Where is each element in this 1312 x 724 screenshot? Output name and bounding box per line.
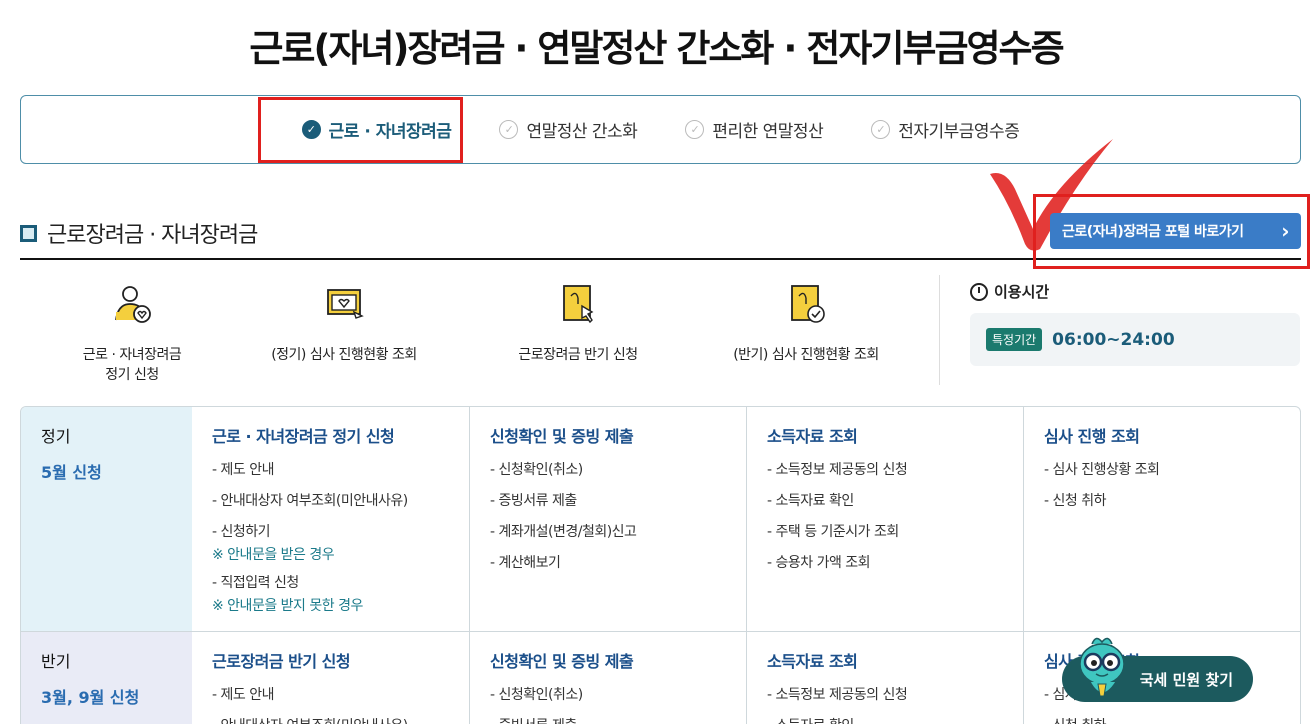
list-item[interactable]: - 소득자료 확인 — [767, 486, 1003, 517]
grid-column: 소득자료 조회 - 소득정보 제공동의 신청 - 소득자료 확인 - 주택 등 … — [746, 407, 1023, 631]
list-item[interactable]: - 주택 등 기준시가 조회 — [767, 517, 1003, 548]
quick-menu-label: (정기) 심사 진행현황 조회 — [271, 347, 417, 363]
mascot-icon — [1079, 637, 1125, 697]
quick-menu-item[interactable]: 근로장려금 반기 신청 — [478, 282, 678, 364]
section-title-text: 근로장려금 · 자녀장려금 — [47, 223, 258, 248]
column-heading[interactable]: 신청확인 및 증빙 제출 — [490, 648, 726, 672]
note-text: ※ 안내문을 받은 경우 — [212, 547, 335, 563]
list-item[interactable]: - 제도 안내 — [212, 455, 449, 486]
quick-menu: 근로 · 자녀장려금 정기 신청 (정기) 심사 진행현황 조회 근로장려금 반… — [40, 282, 920, 383]
grid-column: 신청확인 및 증빙 제출 - 신청확인(취소) - 증빙서류 제출 - 계좌개설… — [469, 407, 746, 631]
list-item[interactable]: - 신청 취하 — [1044, 486, 1282, 517]
quick-menu-label: 근로 · 자녀장려금 정기 신청 — [82, 347, 182, 383]
quick-menu-label: 근로장려금 반기 신청 — [518, 347, 638, 363]
check-circle-icon: ✓ — [685, 120, 705, 139]
list-item[interactable]: - 안내대상자 여부조회(미안내사유) — [212, 486, 449, 517]
row-header: 반기 3월, 9월 신청 — [21, 632, 192, 724]
row-period: 3월, 9월 신청 — [41, 688, 140, 707]
column-heading[interactable]: 심사 진행 조회 — [1044, 423, 1282, 447]
period-badge: 특정기간 — [986, 328, 1043, 351]
column-heading[interactable]: 소득자료 조회 — [767, 648, 1003, 672]
quick-menu-label: (반기) 심사 진행현황 조회 — [733, 347, 879, 363]
list-item[interactable]: - 심사 진행상황 조회 — [1044, 455, 1282, 486]
note-text: ※ 안내문을 받지 못한 경우 — [212, 598, 363, 614]
page: 근로(자녀)장려금 · 연말정산 간소화 · 전자기부금영수증 ✓ 근로 · 자… — [0, 0, 1312, 724]
row-label: 정기 — [41, 427, 71, 446]
usage-time-panel: 이용시간 특정기간 06:00~24:00 — [970, 281, 1300, 366]
check-circle-icon: ✓ — [499, 120, 519, 139]
person-heart-icon — [115, 286, 151, 323]
list-item[interactable]: - 소득자료 확인 — [767, 711, 1003, 724]
document-check-icon — [791, 285, 825, 323]
divider — [939, 275, 940, 385]
usage-time: 06:00~24:00 — [1052, 329, 1175, 350]
row-label: 반기 — [41, 652, 71, 671]
usage-title-text: 이용시간 — [994, 283, 1050, 301]
monitor-heart-icon — [327, 289, 364, 319]
quick-menu-item[interactable]: (정기) 심사 진행현황 조회 — [244, 282, 444, 364]
usage-title: 이용시간 — [970, 281, 1300, 302]
column-heading[interactable]: 신청확인 및 증빙 제출 — [490, 423, 726, 447]
check-circle-icon: ✓ — [871, 120, 891, 139]
column-heading[interactable]: 근로 · 자녀장려금 정기 신청 — [212, 423, 449, 447]
tab-year-end-simplified[interactable]: ✓ 연말정산 간소화 — [475, 100, 661, 160]
section-title: 근로장려금 · 자녀장려금 — [20, 217, 258, 249]
grid-column: 근로 · 자녀장려금 정기 신청 - 제도 안내 - 안내대상자 여부조회(미안… — [192, 407, 469, 631]
square-bullet-icon — [20, 224, 37, 242]
grid-column: 신청확인 및 증빙 제출 - 신청확인(취소) - 증빙서류 제출 — [469, 632, 746, 724]
quick-menu-item[interactable]: (반기) 심사 진행현황 조회 — [706, 282, 906, 364]
column-heading[interactable]: 근로장려금 반기 신청 — [212, 648, 449, 672]
row-header: 정기 5월 신청 — [21, 407, 192, 631]
list-item[interactable]: - 신청 취하 — [1044, 711, 1282, 724]
tab-label: 편리한 연말정산 — [712, 122, 824, 142]
list-item[interactable]: - 소득정보 제공동의 신청 — [767, 680, 1003, 711]
list-item[interactable]: - 소득정보 제공동의 신청 — [767, 455, 1003, 486]
quick-menu-item[interactable]: 근로 · 자녀장려금 정기 신청 — [32, 282, 232, 384]
column-heading[interactable]: 소득자료 조회 — [767, 423, 1003, 447]
list-item[interactable]: - 제도 안내 — [212, 680, 449, 711]
grid-column: 심사 진행 조회 - 심사 진행상황 조회 - 신청 취하 — [1023, 407, 1300, 631]
highlight-box-portal — [1033, 194, 1310, 269]
grid-column: 소득자료 조회 - 소득정보 제공동의 신청 - 소득자료 확인 — [746, 632, 1023, 724]
clock-icon — [970, 282, 988, 301]
tab-convenient-year-end[interactable]: ✓ 편리한 연말정산 — [661, 100, 847, 160]
tab-label: 연말정산 간소화 — [526, 122, 638, 142]
list-item[interactable]: - 신청확인(취소) — [490, 455, 726, 486]
page-title: 근로(자녀)장려금 · 연말정산 간소화 · 전자기부금영수증 — [249, 27, 1064, 70]
float-button-label: 국세 민원 찾기 — [1139, 670, 1233, 689]
highlight-box-tab — [258, 97, 463, 163]
grid-column: 근로장려금 반기 신청 - 제도 안내 - 안내대상자 여부조회(미안내사유) — [192, 632, 469, 724]
grid-row-regular: 정기 5월 신청 근로 · 자녀장려금 정기 신청 - 제도 안내 - 안내대상… — [21, 407, 1300, 632]
list-item[interactable]: - 계좌개설(변경/철회)신고 — [490, 517, 726, 548]
row-period: 5월 신청 — [41, 463, 102, 482]
list-item[interactable]: - 안내대상자 여부조회(미안내사유) — [212, 711, 449, 724]
list-item[interactable]: - 승용차 가액 조회 — [767, 548, 1003, 579]
list-item[interactable]: - 신청확인(취소) — [490, 680, 726, 711]
document-click-icon — [563, 285, 594, 324]
list-item[interactable]: - 증빙서류 제출 — [490, 711, 726, 724]
list-item[interactable]: - 계산해보기 — [490, 548, 726, 579]
list-item[interactable]: - 증빙서류 제출 — [490, 486, 726, 517]
usage-box: 특정기간 06:00~24:00 — [970, 313, 1300, 366]
